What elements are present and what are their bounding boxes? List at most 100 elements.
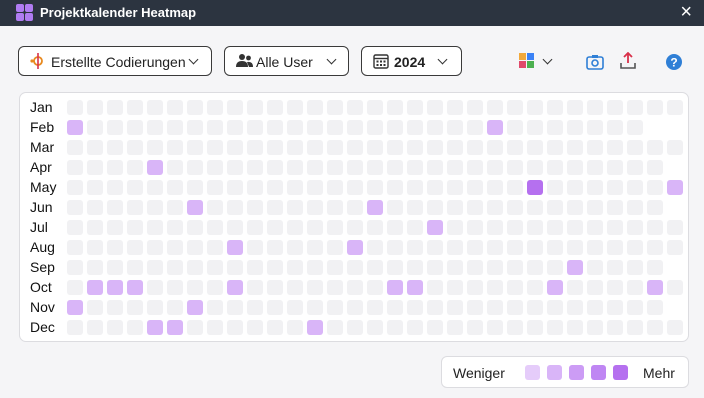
day-cell[interactable] — [287, 160, 303, 175]
day-cell[interactable] — [627, 280, 643, 295]
day-cell[interactable] — [387, 200, 403, 215]
day-cell[interactable] — [307, 100, 323, 115]
day-cell[interactable] — [67, 280, 83, 295]
day-cell[interactable] — [667, 180, 683, 195]
day-cell[interactable] — [267, 240, 283, 255]
day-cell[interactable] — [627, 300, 643, 315]
day-cell[interactable] — [527, 300, 543, 315]
day-cell[interactable] — [647, 160, 663, 175]
day-cell[interactable] — [587, 120, 603, 135]
day-cell[interactable] — [387, 300, 403, 315]
day-cell[interactable] — [67, 140, 83, 155]
day-cell[interactable] — [507, 240, 523, 255]
day-cell[interactable] — [267, 260, 283, 275]
day-cell[interactable] — [127, 320, 143, 335]
day-cell[interactable] — [447, 280, 463, 295]
day-cell[interactable] — [207, 280, 223, 295]
day-cell[interactable] — [447, 180, 463, 195]
day-cell[interactable] — [367, 100, 383, 115]
day-cell[interactable] — [327, 200, 343, 215]
day-cell[interactable] — [407, 240, 423, 255]
day-cell[interactable] — [347, 120, 363, 135]
day-cell[interactable] — [587, 220, 603, 235]
day-cell[interactable] — [607, 200, 623, 215]
day-cell[interactable] — [487, 280, 503, 295]
day-cell[interactable] — [447, 140, 463, 155]
day-cell[interactable] — [607, 240, 623, 255]
export-icon[interactable] — [620, 52, 636, 70]
day-cell[interactable] — [387, 100, 403, 115]
day-cell[interactable] — [347, 240, 363, 255]
day-cell[interactable] — [167, 140, 183, 155]
color-scheme-dropdown[interactable] — [519, 53, 555, 71]
day-cell[interactable] — [267, 300, 283, 315]
day-cell[interactable] — [287, 120, 303, 135]
day-cell[interactable] — [287, 140, 303, 155]
day-cell[interactable] — [647, 220, 663, 235]
day-cell[interactable] — [567, 180, 583, 195]
day-cell[interactable] — [547, 240, 563, 255]
day-cell[interactable] — [287, 200, 303, 215]
day-cell[interactable] — [147, 200, 163, 215]
day-cell[interactable] — [107, 160, 123, 175]
day-cell[interactable] — [67, 120, 83, 135]
day-cell[interactable] — [87, 160, 103, 175]
day-cell[interactable] — [187, 260, 203, 275]
day-cell[interactable] — [347, 260, 363, 275]
day-cell[interactable] — [287, 320, 303, 335]
day-cell[interactable] — [227, 260, 243, 275]
day-cell[interactable] — [447, 120, 463, 135]
day-cell[interactable] — [227, 320, 243, 335]
day-cell[interactable] — [167, 220, 183, 235]
day-cell[interactable] — [587, 320, 603, 335]
day-cell[interactable] — [287, 240, 303, 255]
day-cell[interactable] — [547, 180, 563, 195]
day-cell[interactable] — [147, 240, 163, 255]
day-cell[interactable] — [307, 220, 323, 235]
day-cell[interactable] — [367, 240, 383, 255]
day-cell[interactable] — [287, 260, 303, 275]
day-cell[interactable] — [667, 100, 683, 115]
day-cell[interactable] — [207, 220, 223, 235]
day-cell[interactable] — [627, 100, 643, 115]
day-cell[interactable] — [387, 180, 403, 195]
day-cell[interactable] — [227, 240, 243, 255]
day-cell[interactable] — [127, 100, 143, 115]
day-cell[interactable] — [427, 240, 443, 255]
day-cell[interactable] — [347, 180, 363, 195]
day-cell[interactable] — [487, 260, 503, 275]
day-cell[interactable] — [167, 120, 183, 135]
day-cell[interactable] — [127, 220, 143, 235]
day-cell[interactable] — [327, 180, 343, 195]
day-cell[interactable] — [67, 320, 83, 335]
day-cell[interactable] — [507, 320, 523, 335]
day-cell[interactable] — [107, 240, 123, 255]
day-cell[interactable] — [467, 320, 483, 335]
day-cell[interactable] — [207, 180, 223, 195]
day-cell[interactable] — [487, 100, 503, 115]
day-cell[interactable] — [467, 260, 483, 275]
day-cell[interactable] — [467, 240, 483, 255]
day-cell[interactable] — [227, 280, 243, 295]
day-cell[interactable] — [347, 200, 363, 215]
day-cell[interactable] — [407, 300, 423, 315]
day-cell[interactable] — [207, 200, 223, 215]
day-cell[interactable] — [307, 300, 323, 315]
day-cell[interactable] — [427, 300, 443, 315]
day-cell[interactable] — [267, 120, 283, 135]
day-cell[interactable] — [127, 240, 143, 255]
day-cell[interactable] — [87, 120, 103, 135]
day-cell[interactable] — [387, 280, 403, 295]
day-cell[interactable] — [587, 180, 603, 195]
day-cell[interactable] — [507, 260, 523, 275]
day-cell[interactable] — [527, 140, 543, 155]
day-cell[interactable] — [527, 180, 543, 195]
day-cell[interactable] — [567, 240, 583, 255]
day-cell[interactable] — [667, 140, 683, 155]
day-cell[interactable] — [247, 180, 263, 195]
day-cell[interactable] — [467, 160, 483, 175]
day-cell[interactable] — [607, 300, 623, 315]
day-cell[interactable] — [487, 200, 503, 215]
day-cell[interactable] — [307, 140, 323, 155]
day-cell[interactable] — [387, 260, 403, 275]
